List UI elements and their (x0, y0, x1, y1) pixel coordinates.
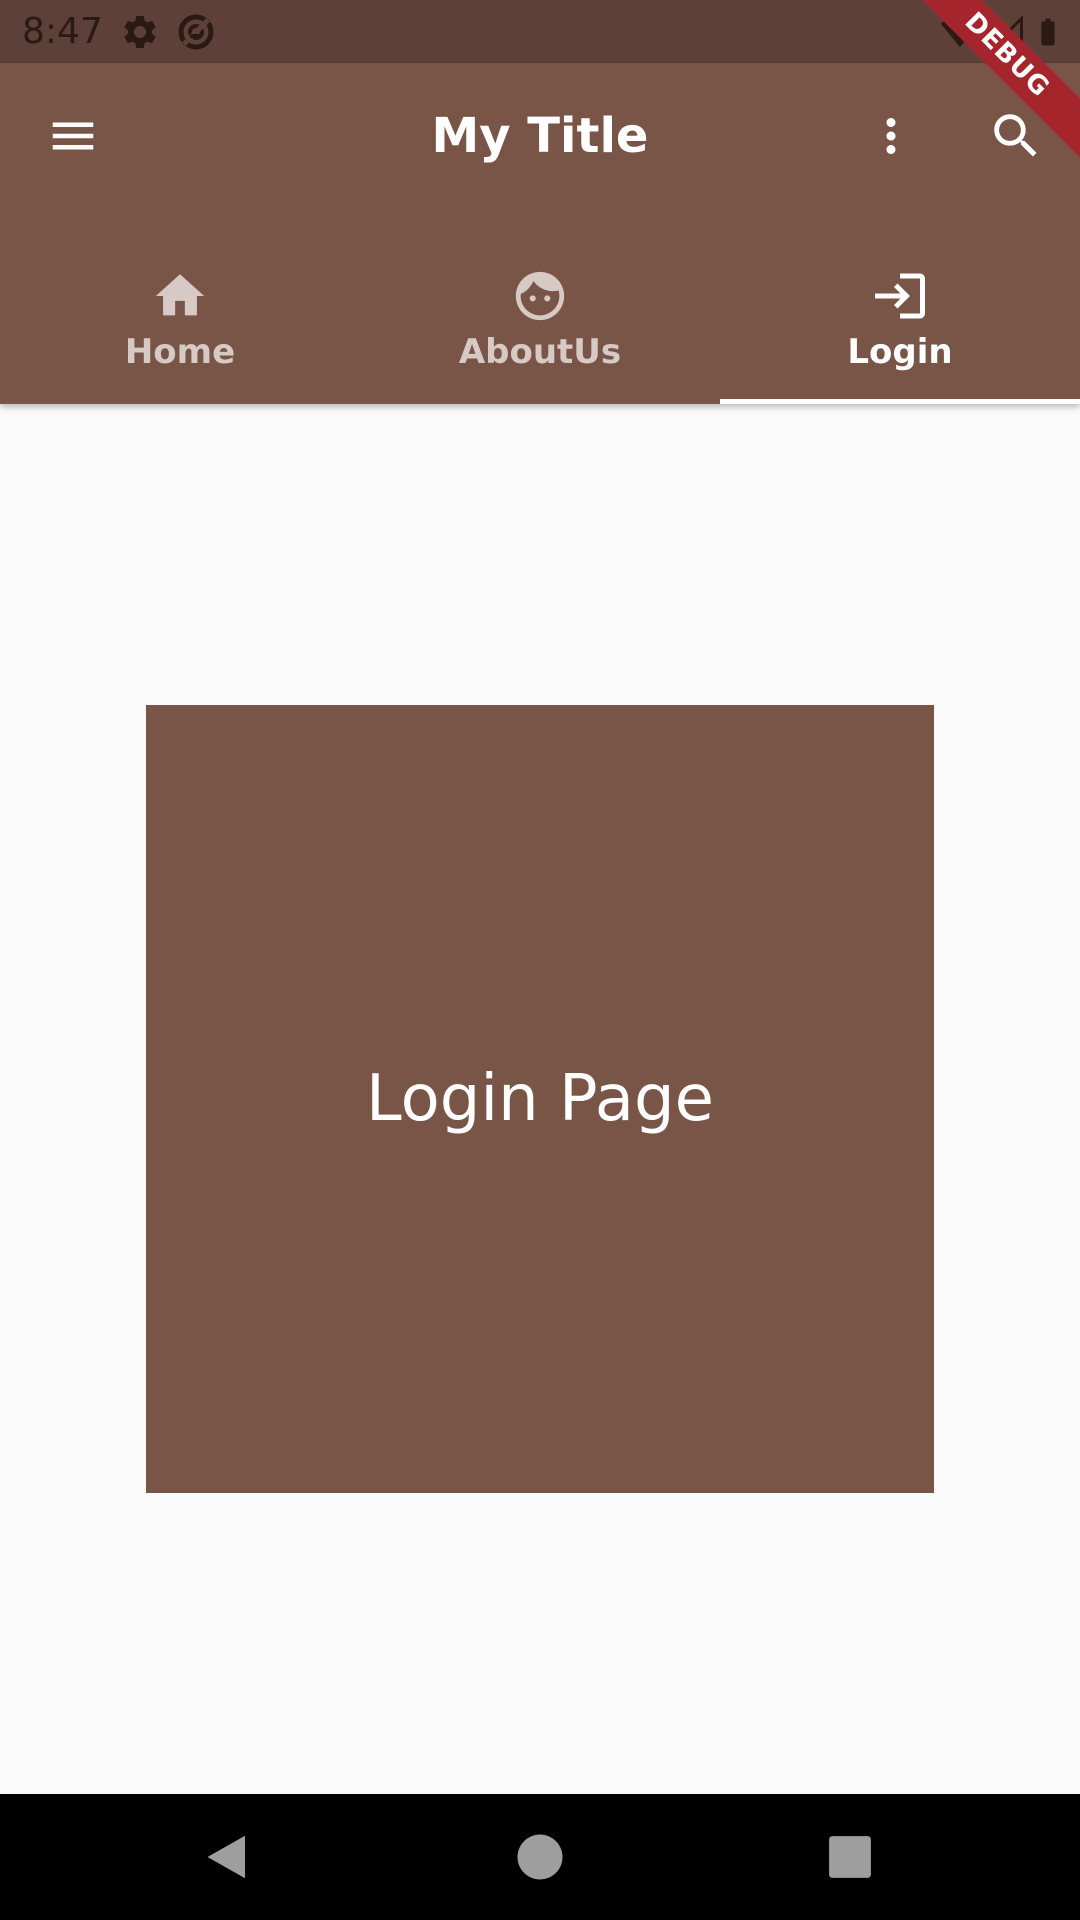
home-icon (150, 266, 210, 326)
app-bar: My Title Home AboutUs Login (0, 63, 1080, 404)
tab-label: Login (847, 332, 953, 372)
status-time: 8:47 (22, 11, 103, 52)
tab-label: Home (124, 332, 236, 372)
face-icon (510, 266, 570, 326)
gear-icon (120, 12, 160, 52)
login-page-panel: Login Page (146, 705, 934, 1493)
page-label: Login Page (366, 1062, 714, 1136)
tab-label: AboutUs (458, 332, 622, 372)
back-icon[interactable] (192, 1824, 258, 1890)
home-circle-icon[interactable] (507, 1824, 573, 1890)
tab-bar: Home AboutUs Login (0, 230, 1080, 404)
tab-login[interactable]: Login (720, 230, 1080, 404)
tab-indicator (720, 399, 1080, 404)
recents-icon[interactable] (817, 1824, 883, 1890)
tab-aboutus[interactable]: AboutUs (360, 230, 720, 404)
login-icon (870, 266, 930, 326)
more-vert-icon[interactable] (861, 106, 921, 166)
tab-home[interactable]: Home (0, 230, 360, 404)
screen: 8:47 DEBUG My Title Home AboutUs Login L… (0, 0, 1080, 1920)
battery-icon (1032, 12, 1072, 52)
data-saver-icon (176, 12, 216, 52)
navigation-bar (0, 1794, 1080, 1920)
status-bar: 8:47 (0, 0, 1080, 63)
